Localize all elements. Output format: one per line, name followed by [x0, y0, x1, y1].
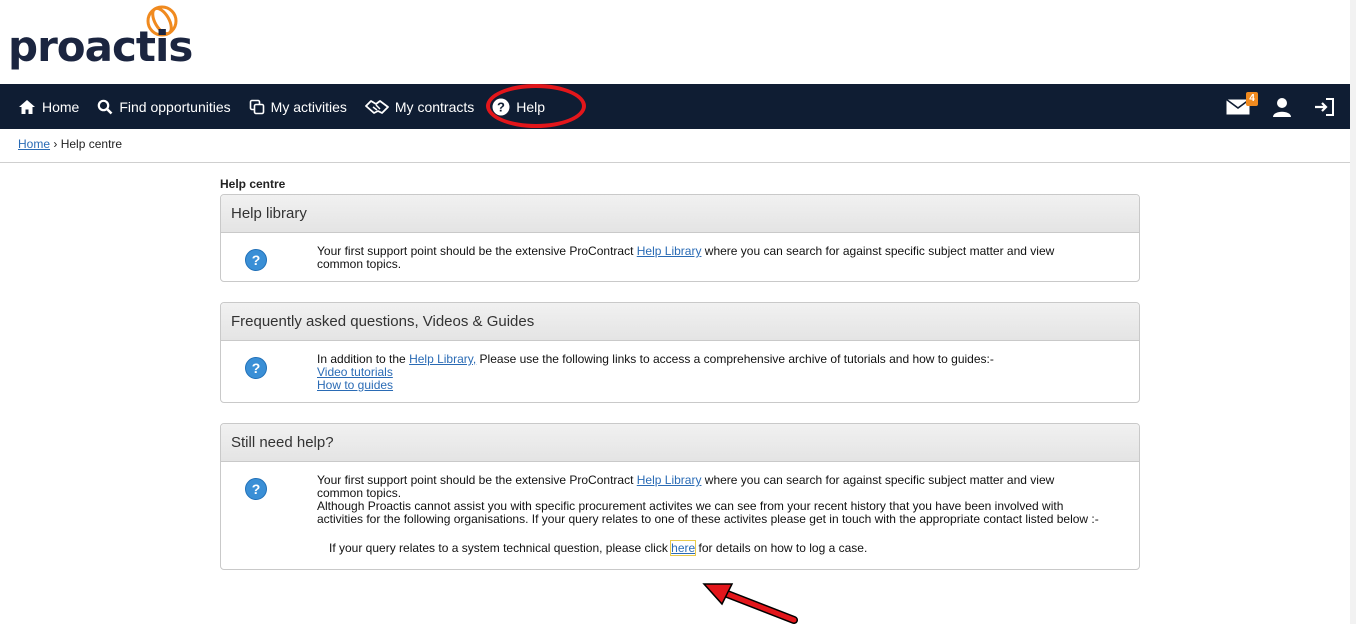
question-icon: ?: [245, 357, 267, 379]
log-case-here-link[interactable]: here: [670, 540, 697, 556]
help-library-panel: Help library ? Your first support point …: [220, 194, 1140, 282]
nav-my-contracts[interactable]: My contracts: [364, 98, 475, 115]
svg-text:?: ?: [252, 360, 261, 376]
header-divider: [0, 162, 1356, 163]
help-icon: ?: [492, 98, 510, 115]
panel-title: Help library: [221, 195, 1139, 233]
click-text-after: for details on how to log a case.: [695, 541, 868, 555]
technical-query-line: If your query relates to a system techni…: [329, 540, 1099, 556]
nav-help[interactable]: ? Help: [492, 98, 545, 116]
still-text-before: Your first support point should be the e…: [317, 473, 637, 487]
faq-text-after: Please use the following links to access…: [476, 352, 994, 366]
breadcrumb-current: Help centre: [60, 137, 123, 151]
help-library-link[interactable]: Help Library: [637, 473, 702, 487]
proactis-logo[interactable]: proactis: [8, 4, 208, 82]
still-need-help-panel: Still need help? ? Your first support po…: [220, 423, 1140, 570]
page-scrollbar[interactable]: [1350, 0, 1356, 624]
messages-button[interactable]: 4: [1226, 91, 1258, 115]
logout-button[interactable]: [1314, 97, 1336, 117]
svg-text:?: ?: [497, 99, 505, 114]
page-title: Help centre: [220, 177, 286, 191]
profile-button[interactable]: [1272, 97, 1292, 117]
nav-find-label: Find opportunities: [119, 98, 231, 115]
nav-right-icons: 4: [1204, 84, 1336, 129]
nav-home[interactable]: Home: [18, 99, 79, 115]
home-icon: [19, 99, 35, 114]
breadcrumb: Home › Help centre: [18, 137, 122, 151]
question-icon: ?: [245, 478, 267, 500]
panel-body: ? Your first support point should be the…: [221, 233, 1139, 281]
nav-activities-label: My activities: [270, 98, 347, 115]
panel-body: ? In addition to the Help Library, Pleas…: [221, 341, 1139, 402]
main-navbar: Home Find opportunities My activities My…: [0, 84, 1350, 129]
breadcrumb-separator: ›: [53, 137, 58, 151]
panel-title: Frequently asked questions, Videos & Gui…: [221, 303, 1139, 341]
organisations-notice: Although Proactis cannot assist you with…: [317, 499, 1099, 526]
help-library-link[interactable]: Help Library,: [409, 352, 476, 366]
faq-panel: Frequently asked questions, Videos & Gui…: [220, 302, 1140, 403]
nav-my-activities[interactable]: My activities: [249, 99, 347, 115]
svg-text:?: ?: [252, 252, 261, 268]
search-icon: [98, 99, 113, 114]
library-text-before: Your first support point should be the e…: [317, 244, 637, 258]
user-icon: [1273, 97, 1291, 117]
help-library-link[interactable]: Help Library: [637, 244, 702, 258]
nav-home-label: Home: [42, 98, 80, 115]
svg-text:?: ?: [252, 481, 261, 497]
video-tutorials-link[interactable]: Video tutorials: [317, 365, 393, 379]
breadcrumb-home-link[interactable]: Home: [18, 137, 50, 151]
click-text-before: If your query relates to a system techni…: [329, 541, 672, 555]
sign-out-icon: [1315, 97, 1334, 116]
logo-text: proactis: [8, 22, 193, 71]
copy-icon: [249, 99, 264, 114]
handshake-icon: [364, 99, 389, 114]
nav-find-opportunities[interactable]: Find opportunities: [97, 98, 231, 115]
faq-text-before: In addition to the: [317, 352, 410, 366]
mail-count-badge: 4: [1246, 91, 1258, 106]
question-icon: ?: [245, 249, 267, 271]
panel-body: ? Your first support point should be the…: [221, 462, 1139, 569]
help-centre-content: Help centre Help library ? Your first su…: [220, 177, 1140, 590]
nav-contracts-label: My contracts: [394, 98, 475, 115]
panel-title: Still need help?: [221, 424, 1139, 462]
nav-help-label: Help: [516, 98, 546, 115]
how-to-guides-link[interactable]: How to guides: [317, 378, 393, 392]
